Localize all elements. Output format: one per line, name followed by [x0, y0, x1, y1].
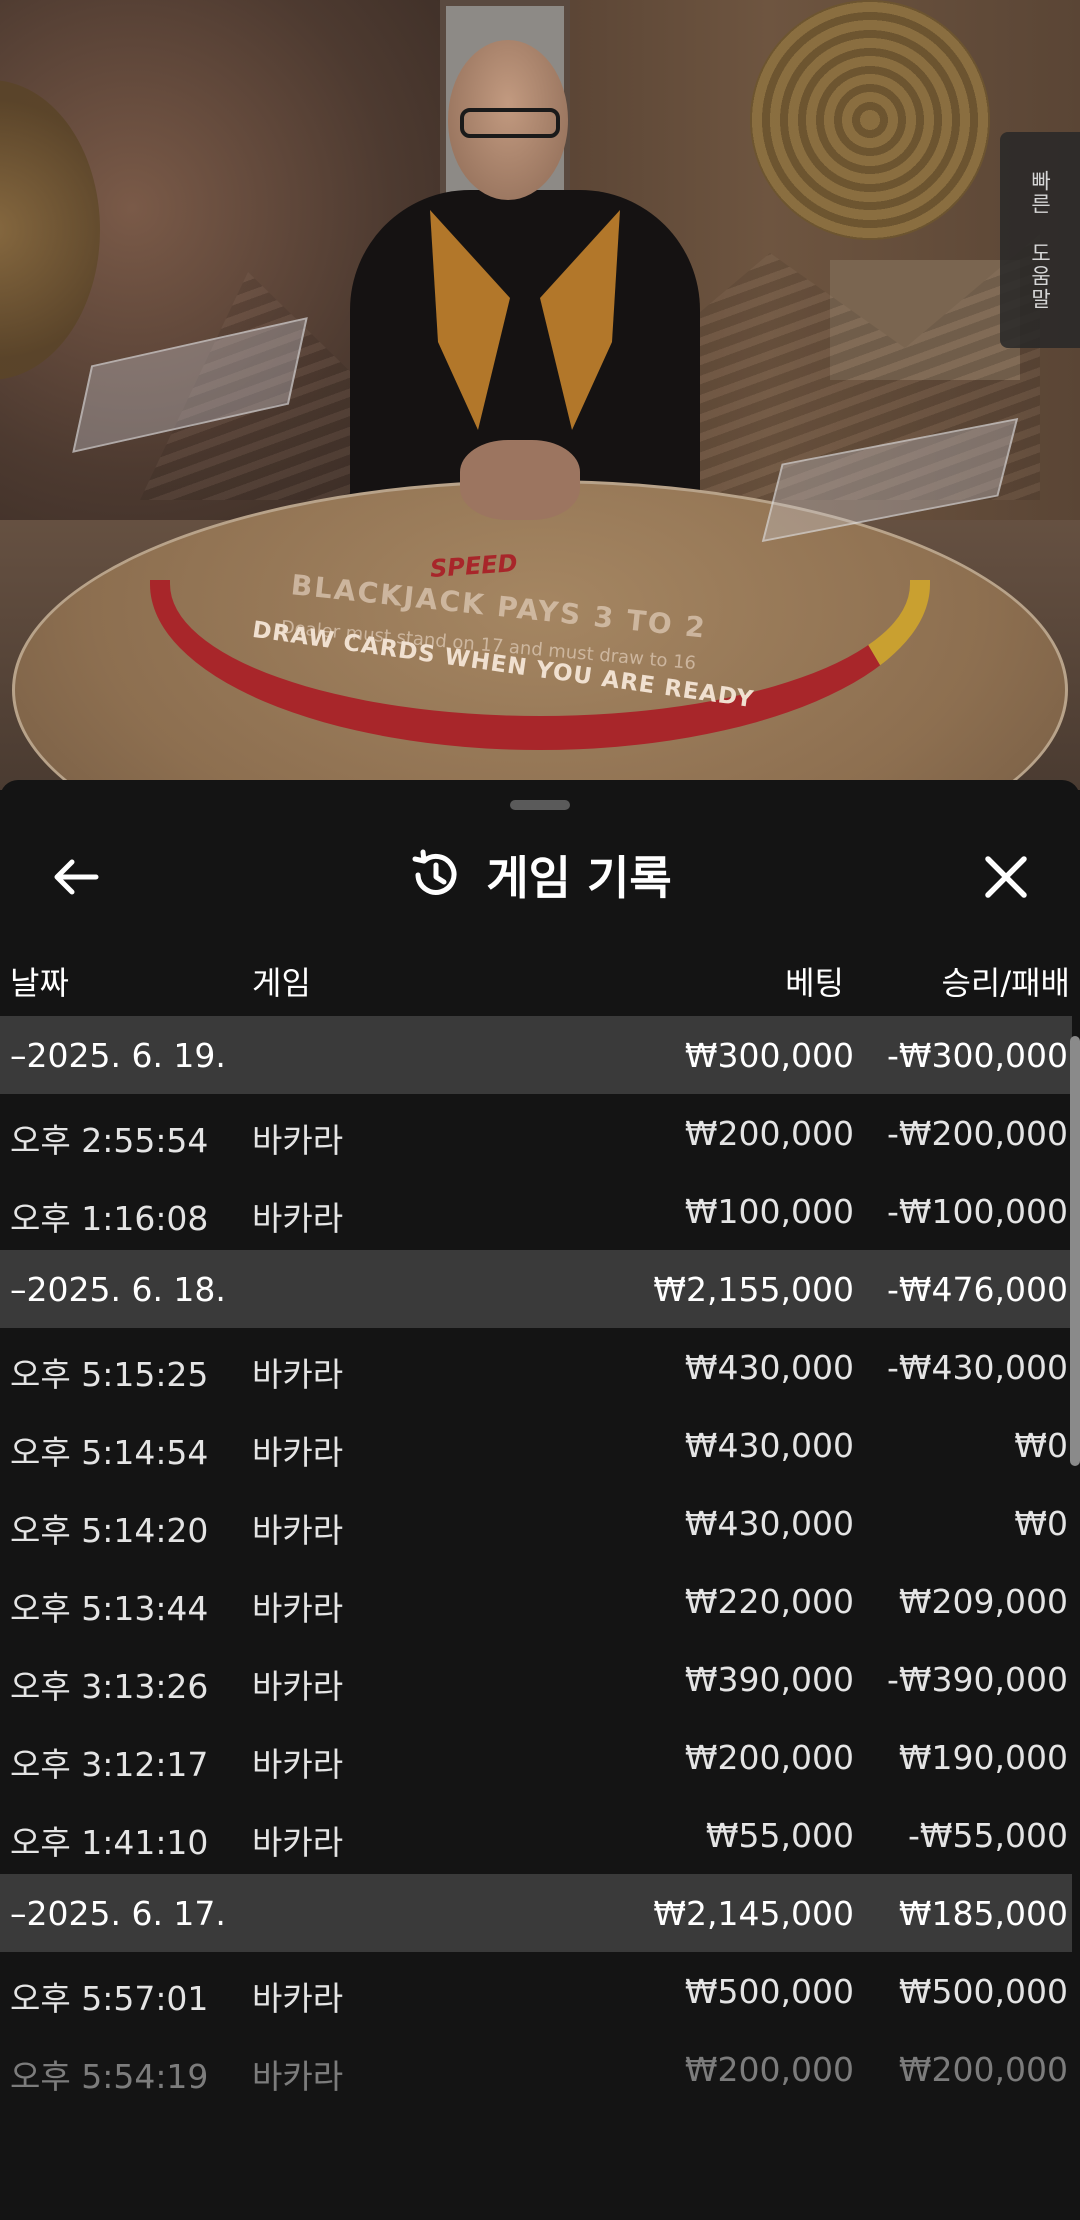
row-bet: ₩2,145,000 — [653, 1894, 854, 1933]
row-winloss: ₩500,000 — [898, 1972, 1068, 2011]
history-row: 오후 5:13:44 바카라 ₩220,000 ₩209,000 — [0, 1562, 1072, 1640]
row-winloss: ₩185,000 — [898, 1894, 1068, 1933]
history-row: 오후 5:54:19 바카라 ₩200,000 ₩200,000 — [0, 2030, 1072, 2108]
row-time: 오후 5:14:54 — [10, 1433, 209, 1472]
row-winloss: -₩390,000 — [886, 1660, 1068, 1699]
history-list[interactable]: –2025. 6. 19. ₩300,000 -₩300,000 오후 2:55:54… — [0, 1016, 1072, 2108]
row-game: 바카라 — [252, 2057, 344, 2096]
drag-handle[interactable] — [510, 800, 570, 810]
decor-medallion — [750, 0, 990, 240]
live-video: SPEED BLACKJACK PAYS 3 TO 2 Dealer must … — [0, 0, 1080, 790]
row-winloss: ₩190,000 — [898, 1738, 1068, 1777]
history-row: 오후 5:57:01 바카라 ₩500,000 ₩500,000 — [0, 1952, 1072, 2030]
row-winloss: -₩430,000 — [886, 1348, 1068, 1387]
row-bet: ₩2,155,000 — [653, 1270, 854, 1309]
history-row: 오후 5:14:20 바카라 ₩430,000 ₩0 — [0, 1484, 1072, 1562]
row-winloss: -₩200,000 — [886, 1114, 1068, 1153]
row-winloss: ₩0 — [1014, 1426, 1068, 1465]
column-bet: 베팅 — [785, 964, 844, 1002]
row-bet: ₩100,000 — [684, 1192, 854, 1231]
row-winloss: ₩200,000 — [898, 2050, 1068, 2089]
row-game: 바카라 — [252, 1433, 344, 1472]
dealer-hands — [460, 440, 580, 520]
row-time: 오후 5:54:19 — [10, 2057, 209, 2096]
history-row: 오후 3:13:26 바카라 ₩390,000 -₩390,000 — [0, 1640, 1072, 1718]
panel-title-text: 게임 기록 — [486, 851, 672, 905]
history-row: 오후 5:15:25 바카라 ₩430,000 -₩430,000 — [0, 1328, 1072, 1406]
row-time: –2025. 6. 18. — [10, 1270, 226, 1309]
row-time: 오후 5:57:01 — [10, 1979, 209, 2018]
row-winloss: ₩0 — [1014, 1504, 1068, 1543]
quick-help-tab[interactable]: 빠른 도움말 — [1000, 132, 1080, 348]
row-time: 오후 1:41:10 — [10, 1823, 209, 1862]
row-bet: ₩390,000 — [684, 1660, 854, 1699]
scrollbar[interactable] — [1070, 1036, 1080, 1466]
row-game: 바카라 — [252, 1745, 344, 1784]
row-winloss: -₩55,000 — [907, 1816, 1068, 1855]
row-game: 바카라 — [252, 1823, 344, 1862]
row-winloss: ₩209,000 — [898, 1582, 1068, 1621]
row-bet: ₩300,000 — [684, 1036, 854, 1075]
row-game: 바카라 — [252, 1121, 344, 1160]
row-time: 오후 3:12:17 — [10, 1745, 209, 1784]
history-row: 오후 2:55:54 바카라 ₩200,000 -₩200,000 — [0, 1094, 1072, 1172]
row-bet: ₩200,000 — [684, 1738, 854, 1777]
row-time: 오후 5:13:44 — [10, 1589, 209, 1628]
row-bet: ₩500,000 — [684, 1972, 854, 2011]
row-winloss: -₩476,000 — [886, 1270, 1068, 1309]
game-history-panel: 게임 기록 날짜 게임 베팅 승리/패배 –2025. 6. 19. ₩300,0… — [0, 780, 1080, 2220]
row-winloss: -₩300,000 — [886, 1036, 1068, 1075]
row-time: 오후 3:13:26 — [10, 1667, 209, 1706]
column-winloss: 승리/패배 — [941, 964, 1070, 1002]
panel-header: 게임 기록 — [0, 820, 1080, 930]
row-bet: ₩430,000 — [684, 1426, 854, 1465]
column-game: 게임 — [252, 964, 311, 1002]
row-time: 오후 5:14:20 — [10, 1511, 209, 1550]
row-game: 바카라 — [252, 1667, 344, 1706]
row-time: 오후 5:15:25 — [10, 1355, 209, 1394]
close-icon — [985, 856, 1027, 898]
row-time: –2025. 6. 17. — [10, 1894, 226, 1933]
history-row: 오후 5:14:54 바카라 ₩430,000 ₩0 — [0, 1406, 1072, 1484]
close-button[interactable] — [966, 842, 1046, 912]
row-time: 오후 2:55:54 — [10, 1121, 209, 1160]
date-group-row[interactable]: –2025. 6. 18. ₩2,155,000 -₩476,000 — [0, 1250, 1072, 1328]
row-game: 바카라 — [252, 1589, 344, 1628]
row-time: –2025. 6. 19. — [10, 1036, 226, 1075]
dealer-glasses — [460, 108, 560, 138]
row-game: 바카라 — [252, 1511, 344, 1550]
history-row: 오후 1:16:08 바카라 ₩100,000 -₩100,000 — [0, 1172, 1072, 1250]
row-bet: ₩200,000 — [684, 1114, 854, 1153]
row-bet: ₩220,000 — [684, 1582, 854, 1621]
row-bet: ₩430,000 — [684, 1504, 854, 1543]
row-winloss: -₩100,000 — [886, 1192, 1068, 1231]
row-game: 바카라 — [252, 1979, 344, 2018]
column-header: 날짜 게임 베팅 승리/패배 — [0, 948, 1080, 1008]
row-time: 오후 1:16:08 — [10, 1199, 209, 1238]
row-bet: ₩55,000 — [705, 1816, 854, 1855]
panel-title: 게임 기록 — [0, 830, 1080, 920]
row-bet: ₩430,000 — [684, 1348, 854, 1387]
row-game: 바카라 — [252, 1355, 344, 1394]
row-game: 바카라 — [252, 1199, 344, 1238]
quick-help-label: 도움말 — [1028, 241, 1052, 311]
quick-help-label: 빠른 — [1028, 169, 1052, 216]
history-row: 오후 1:41:10 바카라 ₩55,000 -₩55,000 — [0, 1796, 1072, 1874]
date-group-row[interactable]: –2025. 6. 17. ₩2,145,000 ₩185,000 — [0, 1874, 1072, 1952]
history-row: 오후 3:12:17 바카라 ₩200,000 ₩190,000 — [0, 1718, 1072, 1796]
column-date: 날짜 — [10, 964, 69, 1002]
history-icon — [412, 849, 457, 895]
row-bet: ₩200,000 — [684, 2050, 854, 2089]
date-group-row[interactable]: –2025. 6. 19. ₩300,000 -₩300,000 — [0, 1016, 1072, 1094]
